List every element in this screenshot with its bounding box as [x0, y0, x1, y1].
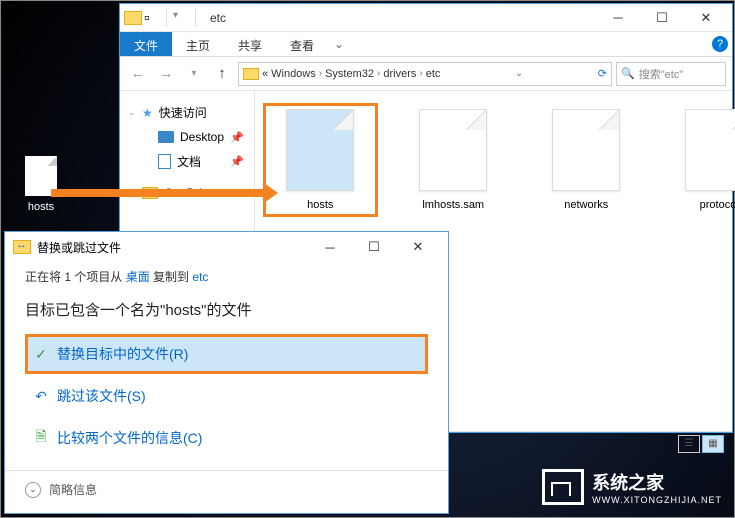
watermark-logo-icon — [542, 469, 584, 505]
nav-desktop[interactable]: Desktop 📌 — [124, 127, 250, 147]
dialog-heading: 目标已包含一个名为"hosts"的文件 — [25, 299, 428, 320]
nav-documents[interactable]: 文档 📌 — [124, 150, 250, 173]
folder-icon — [243, 68, 259, 80]
file-icon — [419, 109, 487, 191]
nav-quick-access[interactable]: ⌄ ★ 快速访问 — [124, 101, 250, 124]
watermark-url: WWW.XITONGZHIJIA.NET — [592, 495, 722, 505]
maximize-button[interactable]: ☐ — [640, 5, 684, 31]
dialog-titlebar[interactable]: 替换或跳过文件 ─ ☐ ✕ — [5, 232, 448, 262]
chevron-down-icon[interactable]: ⌄ — [25, 482, 41, 498]
close-button[interactable]: ✕ — [684, 5, 728, 31]
close-button[interactable]: ✕ — [396, 234, 440, 260]
file-icon — [286, 109, 354, 191]
quick-access-toolbar: ▫ ▾ — [124, 9, 200, 27]
breadcrumb[interactable]: etc — [426, 68, 441, 80]
breadcrumb-overflow[interactable]: « — [262, 68, 268, 80]
chevron-right-icon[interactable]: › — [319, 68, 322, 79]
pin-icon: 📌 — [230, 155, 244, 168]
file-label: networks — [531, 199, 642, 211]
tab-file[interactable]: 文件 — [120, 32, 172, 56]
minimize-button[interactable]: ─ — [308, 234, 352, 260]
window-title: etc — [210, 11, 226, 25]
option-compare[interactable]: 🗎 比较两个文件的信息(C) — [25, 418, 428, 458]
pin-icon: 📌 — [230, 131, 244, 144]
option-replace[interactable]: ✓ 替换目标中的文件(R) — [25, 334, 428, 374]
chevron-right-icon[interactable]: › — [377, 68, 380, 79]
view-icons-button[interactable]: ▦ — [702, 435, 724, 453]
file-item-hosts[interactable]: hosts — [263, 103, 378, 217]
dialog-title: 替换或跳过文件 — [37, 239, 121, 256]
help-button[interactable]: ? — [708, 32, 732, 56]
desktop-file-label: hosts — [16, 201, 66, 213]
breadcrumb[interactable]: drivers — [383, 68, 416, 80]
file-label: lmhosts.sam — [398, 199, 509, 211]
view-details-button[interactable]: ☰ — [678, 435, 700, 453]
check-icon: ✓ — [33, 346, 49, 362]
destination-link[interactable]: etc — [192, 270, 208, 284]
breadcrumb[interactable]: System32 — [325, 68, 374, 80]
breadcrumb[interactable]: Windows — [271, 68, 316, 80]
footer-label[interactable]: 简略信息 — [49, 481, 97, 498]
address-dropdown-icon[interactable]: ⌄ — [515, 68, 523, 79]
up-button[interactable]: ↑ — [210, 62, 234, 86]
file-icon — [685, 109, 735, 191]
dialog-footer: ⌄ 简略信息 — [5, 470, 448, 508]
copy-icon — [13, 240, 31, 254]
file-label: hosts — [266, 199, 375, 211]
maximize-button[interactable]: ☐ — [352, 234, 396, 260]
source-link[interactable]: 桌面 — [126, 270, 150, 284]
option-skip[interactable]: ↶ 跳过该文件(S) — [25, 376, 428, 416]
refresh-icon[interactable]: ⟳ — [598, 67, 607, 80]
file-item-lmhosts[interactable]: lmhosts.sam — [396, 103, 511, 217]
watermark-brand: 系统之家 — [592, 473, 664, 493]
tab-view[interactable]: 查看 — [276, 32, 328, 56]
chevron-right-icon[interactable]: › — [419, 68, 422, 79]
document-icon — [158, 154, 171, 169]
dialog-progress-line: 正在将 1 个项目从 桌面 复制到 etc — [25, 268, 428, 285]
ribbon-tabs: 文件 主页 共享 查看 ⌄ ? — [120, 32, 732, 57]
nav-label: Desktop — [180, 130, 224, 144]
forward-button: → — [154, 62, 178, 86]
separator — [195, 9, 196, 27]
minimize-button[interactable]: ─ — [596, 5, 640, 31]
search-icon: 🔍 — [621, 67, 635, 80]
nav-label: 快速访问 — [159, 104, 207, 121]
address-bar-row: ← → ▾ ↑ « Windows › System32 › drivers ›… — [120, 57, 732, 91]
search-input[interactable]: 🔍 搜索"etc" — [616, 62, 726, 86]
option-label: 跳过该文件(S) — [57, 386, 146, 406]
compare-icon: 🗎 — [33, 430, 49, 446]
file-item-networks[interactable]: networks — [529, 103, 644, 217]
skip-icon: ↶ — [33, 388, 49, 404]
expand-icon[interactable]: ⌄ — [128, 107, 136, 118]
address-bar[interactable]: « Windows › System32 › drivers › etc ⌄ ⟳ — [238, 62, 612, 86]
file-icon — [552, 109, 620, 191]
dialog-body: 正在将 1 个项目从 桌面 复制到 etc 目标已包含一个名为"hosts"的文… — [5, 262, 448, 470]
replace-skip-dialog: 替换或跳过文件 ─ ☐ ✕ 正在将 1 个项目从 桌面 复制到 etc 目标已包… — [4, 231, 449, 514]
desktop-file-hosts[interactable]: hosts — [16, 156, 66, 213]
option-label: 比较两个文件的信息(C) — [57, 428, 202, 448]
star-icon: ★ — [142, 106, 153, 120]
folder-icon — [124, 11, 142, 25]
search-placeholder: 搜索"etc" — [639, 66, 683, 82]
option-label: 替换目标中的文件(R) — [57, 344, 188, 364]
nav-label: 文档 — [177, 153, 201, 170]
tab-share[interactable]: 共享 — [224, 32, 276, 56]
back-button[interactable]: ← — [126, 62, 150, 86]
titlebar[interactable]: ▫ ▾ etc ─ ☐ ✕ — [120, 4, 732, 32]
separator — [166, 9, 167, 27]
properties-icon[interactable]: ▫ — [144, 10, 160, 26]
help-icon: ? — [712, 36, 728, 52]
annotation-arrow — [51, 189, 266, 197]
recent-dropdown[interactable]: ▾ — [182, 62, 206, 86]
ribbon-collapse-icon[interactable]: ⌄ — [328, 32, 350, 56]
file-item-protocol[interactable]: protocol — [662, 103, 735, 217]
file-label: protocol — [664, 199, 735, 211]
tab-home[interactable]: 主页 — [172, 32, 224, 56]
watermark: 系统之家 WWW.XITONGZHIJIA.NET — [542, 469, 722, 505]
qat-dropdown-icon[interactable]: ▾ — [173, 10, 189, 26]
desktop-icon — [158, 131, 174, 143]
